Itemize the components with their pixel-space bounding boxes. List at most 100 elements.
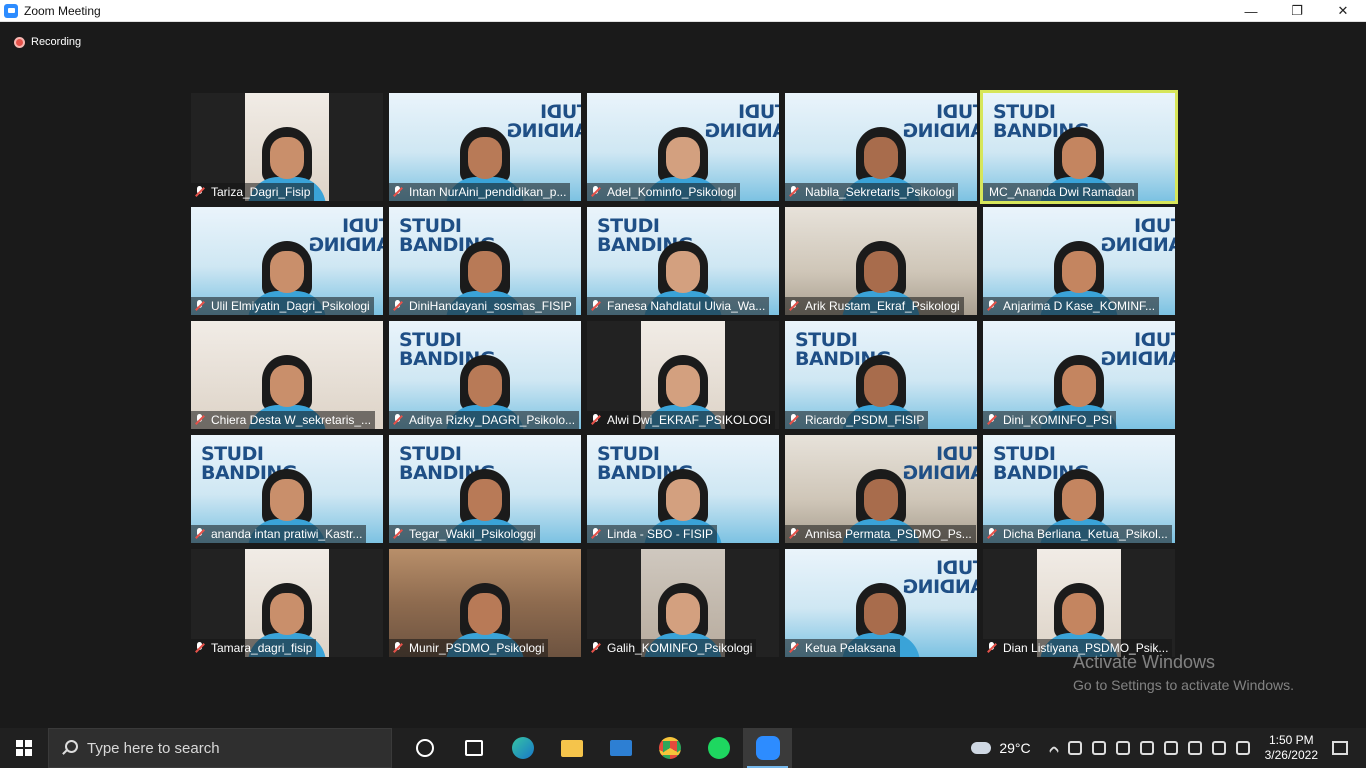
taskbar-apps	[400, 728, 792, 768]
mail-button[interactable]	[596, 728, 645, 768]
participant-tile[interactable]: STUDIBANDINGAdel_Kominfo_Psikologi	[587, 93, 779, 201]
participant-tile[interactable]: STUDIBANDINGAnnisa Permata_PSDMO_Ps...	[785, 435, 977, 543]
microphone-icon[interactable]	[1115, 741, 1130, 755]
participant-name: MC_Ananda Dwi Ramadan	[989, 185, 1135, 199]
participant-tile[interactable]: STUDIBANDINGNabila_Sekretaris_Psikologi	[785, 93, 977, 201]
zoom-taskbar-button[interactable]	[743, 728, 792, 768]
screen-share-icon[interactable]	[1139, 741, 1154, 755]
muted-mic-icon	[589, 641, 603, 655]
participant-tile[interactable]: Dian Listiyana_PSDMO_Psik...	[983, 549, 1175, 657]
participant-tile[interactable]: STUDI BANDING Linda - SBO - FISIP	[587, 435, 779, 543]
participant-name: Tamara_dagri_fisip	[211, 641, 313, 655]
name-label-bar: Anjarima D Kase_KOMINF...	[983, 297, 1160, 315]
participant-tile[interactable]: STUDI BANDING Dicha Berliana_Ketua_Psikol.…	[983, 435, 1175, 543]
camera-icon[interactable]	[1091, 741, 1106, 755]
muted-mic-icon	[193, 413, 207, 427]
participant-tile[interactable]: Tariza_Dagri_Fisip	[191, 93, 383, 201]
participant-tile[interactable]: Tamara_dagri_fisip	[191, 549, 383, 657]
spotify-button[interactable]	[694, 728, 743, 768]
task-view-button[interactable]	[449, 728, 498, 768]
close-button[interactable]: ✕	[1320, 0, 1366, 22]
muted-mic-icon	[985, 641, 999, 655]
name-label-bar: Tamara_dagri_fisip	[191, 639, 317, 657]
meeting-area: Recording Tariza_Dagri_Fisip STUDIBANDING…	[0, 22, 1366, 728]
edge-button[interactable]	[498, 728, 547, 768]
wifi-icon[interactable]	[1163, 741, 1178, 755]
muted-mic-icon	[589, 185, 603, 199]
search-placeholder: Type here to search	[87, 739, 220, 757]
participant-tile[interactable]: STUDIBANDINGUlil Elmiyatin_Dagri_Psikolo…	[191, 207, 383, 315]
muted-mic-icon	[787, 527, 801, 541]
muted-mic-icon	[787, 413, 801, 427]
participant-name: Chiera Desta W_sekretaris_...	[211, 413, 372, 427]
name-label-bar: Dini_KOMINFO_PSI	[983, 411, 1117, 429]
muted-mic-icon	[193, 185, 207, 199]
participant-tile[interactable]: STUDIBANDINGIntan NurAini_pendidikan_p..…	[389, 93, 581, 201]
temperature[interactable]: 29°C	[999, 740, 1030, 756]
recording-label: Recording	[31, 36, 82, 48]
chrome-button[interactable]	[645, 728, 694, 768]
participant-name: Tariza_Dagri_Fisip	[211, 185, 311, 199]
participant-tile[interactable]: Chiera Desta W_sekretaris_...	[191, 321, 383, 429]
participant-tile[interactable]: STUDI BANDING ananda intan pratiwi_Kastr..…	[191, 435, 383, 543]
participant-tile[interactable]: STUDI BANDING Tegar_Wakil_Psikologgi	[389, 435, 581, 543]
participant-name: Dicha Berliana_Ketua_Psikol...	[1003, 527, 1168, 541]
clock[interactable]: 1:50 PM 3/26/2022	[1265, 733, 1318, 763]
participant-tile[interactable]: STUDI BANDING Ricardo_PSDM_FISIP	[785, 321, 977, 429]
participant-name: Galih_KOMINFO_Psikologi	[607, 641, 753, 655]
participant-name: Dini_KOMINFO_PSI	[1003, 413, 1113, 427]
participant-tile[interactable]: STUDI BANDING Fanesa Nahdlatul Ulvia_Wa...	[587, 207, 779, 315]
muted-mic-icon	[589, 299, 603, 313]
minimize-button[interactable]: —	[1228, 0, 1274, 22]
gallery-grid: Tariza_Dagri_Fisip STUDIBANDINGIntan NurA…	[191, 90, 1178, 657]
muted-mic-icon	[193, 641, 207, 655]
taskbar: Type here to search 29°C 1:50 PM 3/26/20…	[0, 728, 1366, 768]
muted-mic-icon	[391, 185, 405, 199]
participant-name: Intan NurAini_pendidikan_p...	[409, 185, 567, 199]
file-explorer-button[interactable]	[547, 728, 596, 768]
cortana-button[interactable]	[400, 728, 449, 768]
participant-tile[interactable]: STUDIBANDINGAnjarima D Kase_KOMINF...	[983, 207, 1175, 315]
muted-mic-icon	[391, 527, 405, 541]
participant-tile[interactable]: STUDIBANDINGKetua Pelaksana	[785, 549, 977, 657]
start-button[interactable]	[0, 728, 48, 768]
name-label-bar: Munir_PSDMO_Psikologi	[389, 639, 549, 657]
participant-name: Munir_PSDMO_Psikologi	[409, 641, 545, 655]
chrome-icon	[658, 737, 681, 759]
participant-tile[interactable]: Galih_KOMINFO_Psikologi	[587, 549, 779, 657]
name-label-bar: ananda intan pratiwi_Kastr...	[191, 525, 367, 543]
participant-tile[interactable]: STUDI BANDING Aditya Rizky_DAGRI_Psikolo..…	[389, 321, 581, 429]
participant-name: Tegar_Wakil_Psikologgi	[409, 527, 536, 541]
onedrive-icon[interactable]	[1067, 741, 1082, 755]
participant-tile[interactable]: Arik Rustam_Ekraf_Psikologi	[785, 207, 977, 315]
zoom-icon	[755, 736, 780, 760]
recording-indicator[interactable]: Recording	[14, 36, 81, 48]
taskbar-search[interactable]: Type here to search	[48, 728, 392, 768]
name-label-bar: Alwi Dwi_EKRAF_PSIKOLOGI	[587, 411, 776, 429]
mail-icon	[609, 740, 632, 756]
muted-mic-icon	[589, 413, 603, 427]
windows-icon	[16, 740, 32, 756]
participant-tile[interactable]: STUDIBANDINGDini_KOMINFO_PSI	[983, 321, 1175, 429]
muted-mic-icon	[391, 299, 405, 313]
participant-tile[interactable]: STUDI BANDING DiniHandayani_sosmas_FISIP	[389, 207, 581, 315]
speaker-icon[interactable]	[1211, 741, 1226, 755]
participant-name: Arik Rustam_Ekraf_Psikologi	[805, 299, 960, 313]
participant-name: Ricardo_PSDM_FISIP	[805, 413, 925, 427]
muted-mic-icon	[985, 527, 999, 541]
edge-icon	[511, 737, 534, 759]
chevron-up-icon[interactable]	[1047, 745, 1060, 757]
participant-name: Ketua Pelaksana	[805, 641, 896, 655]
muted-mic-icon	[985, 299, 999, 313]
participant-tile[interactable]: STUDI BANDING MC_Ananda Dwi Ramadan	[980, 90, 1178, 204]
spotify-icon	[707, 737, 730, 759]
notifications-icon[interactable]	[1332, 741, 1348, 755]
cloud-icon[interactable]	[971, 742, 992, 754]
name-label-bar: MC_Ananda Dwi Ramadan	[983, 183, 1139, 201]
activate-windows-watermark: Activate Windows Go to Settings to activ…	[1073, 652, 1294, 693]
keyboard-icon[interactable]	[1235, 741, 1250, 755]
battery-icon[interactable]	[1187, 741, 1202, 755]
participant-tile[interactable]: Munir_PSDMO_Psikologi	[389, 549, 581, 657]
participant-tile[interactable]: Alwi Dwi_EKRAF_PSIKOLOGI	[587, 321, 779, 429]
restore-button[interactable]: ❐	[1274, 0, 1320, 22]
